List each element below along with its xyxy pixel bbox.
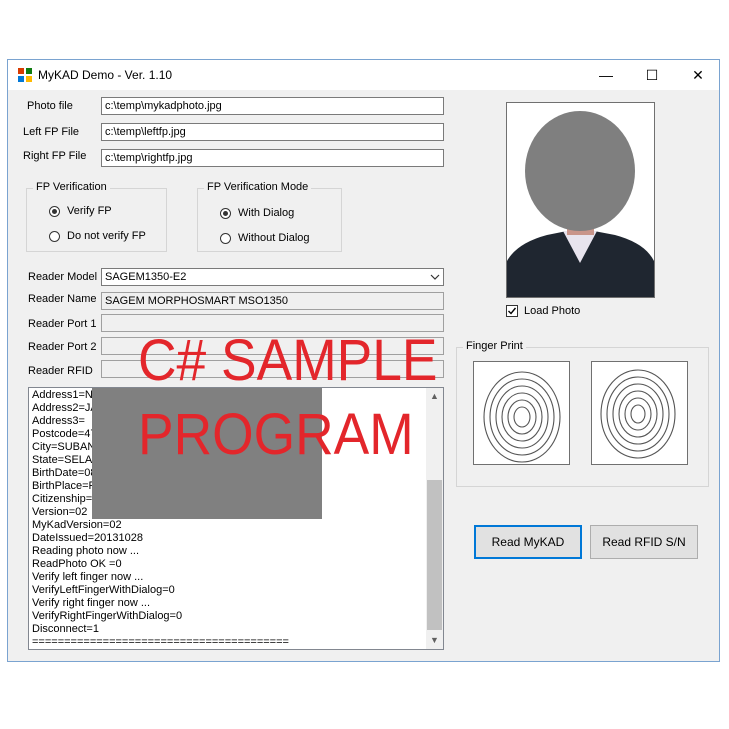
minimize-button[interactable]: — (583, 60, 629, 90)
reader-model-label: Reader Model (28, 271, 98, 283)
radio-verify-fp[interactable]: Verify FP (49, 205, 112, 217)
reader-model-select[interactable]: SAGEM1350-E2 (101, 268, 444, 286)
log-line: Verify left finger now ... (32, 571, 144, 583)
log-line: VerifyLeftFingerWithDialog=0 (32, 584, 175, 596)
person-photo (507, 103, 654, 297)
left-fp-input[interactable]: c:\temp\leftfp.jpg (101, 123, 444, 141)
minimize-icon: — (599, 67, 613, 83)
watermark-line2: PROGRAM (138, 402, 414, 467)
log-scrollbar[interactable]: ▲ ▼ (426, 388, 443, 649)
fingerprint-icon (600, 369, 676, 459)
reader-port1-label: Reader Port 1 (28, 318, 97, 330)
log-line: DateIssued=20131028 (32, 532, 144, 544)
title-bar[interactable]: MyKAD Demo - Ver. 1.10 — ☐ ✕ (8, 60, 719, 90)
radio-label: With Dialog (238, 207, 295, 219)
maximize-icon: ☐ (645, 67, 659, 83)
log-line: Disconnect=1 (32, 623, 99, 635)
right-fp-input[interactable]: c:\temp\rightfp.jpg (101, 149, 444, 167)
right-fingerprint-image (591, 361, 688, 465)
radio-do-not-verify-fp[interactable]: Do not verify FP (49, 230, 146, 242)
checkmark-icon (506, 305, 518, 317)
photo-file-label: Photo file (27, 100, 73, 112)
fingerprint-title: Finger Print (463, 340, 526, 352)
fp-verification-group: FP Verification Verify FP Do not verify … (26, 181, 167, 252)
radio-checked-icon (49, 205, 60, 217)
fp-verification-title: FP Verification (33, 181, 110, 193)
reader-name-label: Reader Name (28, 293, 97, 305)
fingerprint-group: Finger Print (456, 340, 709, 487)
log-line: VerifyRightFingerWithDialog=0 (32, 610, 183, 622)
reader-model-value: SAGEM1350-E2 (105, 271, 187, 283)
scroll-down-icon[interactable]: ▼ (426, 632, 443, 649)
close-icon: ✕ (692, 67, 704, 83)
read-mykad-button[interactable]: Read MyKAD (474, 525, 582, 559)
radio-label: Without Dialog (238, 232, 310, 244)
log-line: Verify right finger now ... (32, 597, 150, 609)
radio-unchecked-icon (220, 232, 231, 244)
fingerprint-icon (483, 371, 561, 463)
maximize-button[interactable]: ☐ (629, 60, 675, 90)
photo-box (506, 102, 655, 298)
radio-unchecked-icon (49, 230, 60, 242)
log-line: ReadPhoto OK =0 (32, 558, 122, 570)
load-photo-checkbox[interactable]: Load Photo (506, 305, 580, 317)
photo-file-input[interactable]: c:\temp\mykadphoto.jpg (101, 97, 444, 115)
reader-port2-label: Reader Port 2 (28, 341, 97, 353)
load-photo-label: Load Photo (524, 305, 581, 317)
radio-without-dialog[interactable]: Without Dialog (220, 232, 310, 244)
left-fp-label: Left FP File (23, 126, 80, 138)
log-line: MyKadVersion=02 (32, 519, 122, 531)
radio-checked-icon (220, 207, 231, 219)
watermark-line1: C# SAMPLE (138, 328, 438, 393)
chevron-down-icon (430, 274, 440, 280)
radio-with-dialog[interactable]: With Dialog (220, 207, 294, 219)
fp-mode-title: FP Verification Mode (204, 181, 312, 193)
window-title: MyKAD Demo - Ver. 1.10 (38, 68, 173, 82)
close-button[interactable]: ✕ (675, 60, 721, 90)
app-icon (18, 68, 32, 82)
log-line: Reading photo now ... (32, 545, 140, 557)
left-fingerprint-image (473, 361, 570, 465)
radio-label: Do not verify FP (67, 230, 146, 242)
radio-label: Verify FP (67, 205, 112, 217)
fp-mode-group: FP Verification Mode With Dialog Without… (197, 181, 342, 252)
scroll-thumb[interactable] (427, 480, 442, 630)
reader-name-field[interactable]: SAGEM MORPHOSMART MSO1350 (101, 292, 444, 310)
reader-rfid-label: Reader RFID (28, 365, 93, 377)
log-line: ======================================== (32, 636, 289, 648)
right-fp-label: Right FP File (23, 150, 87, 162)
read-rfid-button[interactable]: Read RFID S/N (590, 525, 698, 559)
